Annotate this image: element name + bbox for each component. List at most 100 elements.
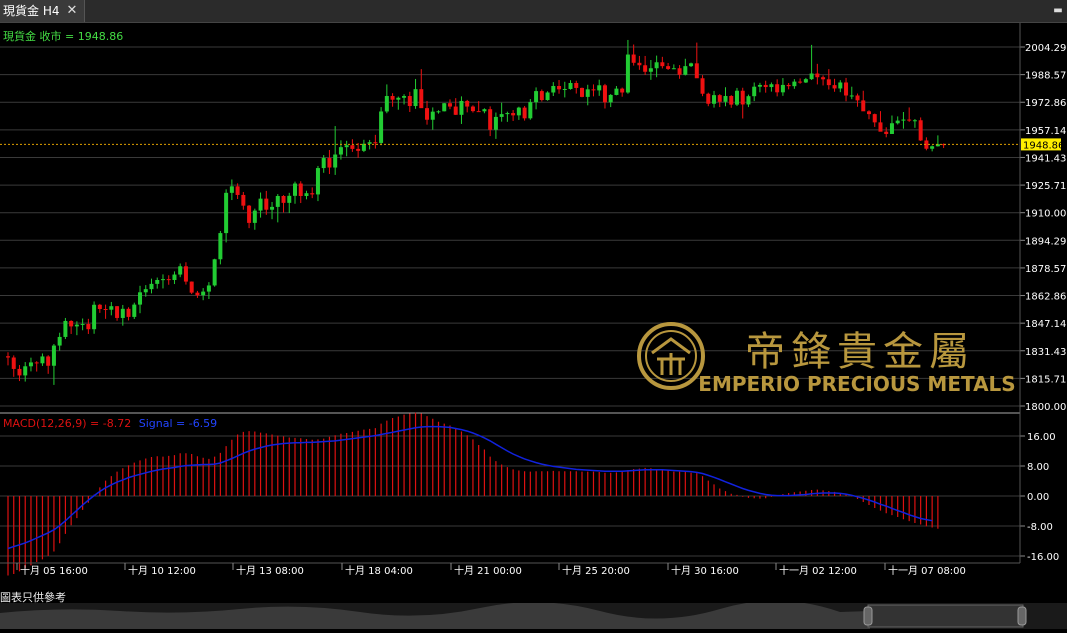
candle-body xyxy=(6,356,10,358)
candle-body xyxy=(706,93,711,104)
candle-body xyxy=(17,368,22,376)
candle-body xyxy=(815,73,820,78)
candle-body xyxy=(453,106,458,115)
scrollbar-right-handle[interactable] xyxy=(1017,606,1027,626)
candle-body xyxy=(821,77,826,80)
candle-body xyxy=(459,100,464,115)
candle-body xyxy=(660,62,665,67)
candle-body xyxy=(671,68,676,70)
candle-body xyxy=(201,291,206,296)
candle-body xyxy=(620,88,625,93)
candle-body xyxy=(74,324,79,327)
tab-title: 現貨金 H4 xyxy=(3,4,60,18)
candle-body xyxy=(677,68,682,75)
candle-body xyxy=(11,357,16,369)
candle-body xyxy=(729,96,734,105)
time-axis: 十月 05 16:00 十月 10 12:00 十月 13 08:00 十月 18 0… xyxy=(16,563,966,577)
candle-body xyxy=(298,183,303,197)
scrollbar-left-handle[interactable] xyxy=(863,606,873,626)
time-tick-label: 十月 10 12:00 xyxy=(128,564,196,577)
price-tick-label: 1894.29 xyxy=(1025,236,1066,247)
candle-body xyxy=(666,66,671,69)
candle-body xyxy=(763,84,768,88)
window-titlebar: 現貨金 H4 ✕ ▬ xyxy=(0,0,1067,23)
candle-body xyxy=(631,54,636,63)
candle-body xyxy=(700,78,705,94)
candle-body xyxy=(683,66,688,75)
candle-body xyxy=(235,186,240,195)
candle-body xyxy=(57,336,62,346)
candle-body xyxy=(315,168,320,195)
candlestick-chart[interactable]: 2004.29 1988.57 1972.86 1957.14 1941.43 1925.… xyxy=(0,23,1067,589)
price-tick-label: 2004.29 xyxy=(1025,43,1066,54)
brand-watermark: 帝鋒貴金屬 EMPERIO PRECIOUS METALS xyxy=(637,322,1016,396)
candle-body xyxy=(889,123,894,134)
chart-scrollbar[interactable] xyxy=(0,600,1067,629)
candle-body xyxy=(189,281,194,293)
candle-body xyxy=(281,196,286,203)
price-tick-label: 1972.86 xyxy=(1025,98,1066,109)
candle-body xyxy=(407,96,412,107)
scrollbar-range[interactable] xyxy=(867,604,1024,628)
signal-line xyxy=(7,425,933,550)
price-tick-label: 1988.57 xyxy=(1025,71,1066,82)
signal-label: Signal = -6.59 xyxy=(139,417,217,430)
scrollbar-track[interactable] xyxy=(0,600,1067,629)
candle-body xyxy=(350,145,355,149)
candle-body xyxy=(562,88,567,90)
candle-body xyxy=(855,95,860,101)
candle-body xyxy=(528,102,533,119)
candle-body xyxy=(505,113,510,115)
candle-body xyxy=(224,192,229,234)
candle-body xyxy=(132,304,137,317)
price-tick-label: 1957.14 xyxy=(1025,126,1066,137)
candle-body xyxy=(597,85,602,91)
price-tick-label: 1815.71 xyxy=(1025,374,1066,385)
candle-body xyxy=(580,87,584,97)
candle-body xyxy=(252,210,257,223)
candle-body xyxy=(861,100,866,112)
candle-body xyxy=(907,119,912,121)
candle-body xyxy=(172,274,177,281)
candle-body xyxy=(264,198,269,210)
candle-body xyxy=(425,108,430,120)
candle-body xyxy=(28,362,33,367)
candle-body xyxy=(878,122,883,132)
candle-body xyxy=(482,109,487,112)
candle-body xyxy=(97,304,102,309)
candle-body xyxy=(160,279,165,281)
candle-body xyxy=(338,147,343,155)
candle-body xyxy=(476,111,481,113)
candle-body xyxy=(430,111,435,120)
time-tick-label: 十月 13 08:00 xyxy=(236,564,304,577)
candle-body xyxy=(447,103,452,107)
time-tick-label: 十月 25 20:00 xyxy=(562,564,630,577)
candle-body xyxy=(206,285,211,292)
candle-body xyxy=(34,362,39,364)
chart-tab[interactable]: 現貨金 H4 ✕ xyxy=(0,0,85,22)
candle-body xyxy=(379,111,384,143)
candle-body xyxy=(183,266,188,282)
candle-body xyxy=(69,320,74,327)
macd-tick-label: -8.00 xyxy=(1027,522,1053,533)
macd-tick-label: 8.00 xyxy=(1027,462,1049,473)
price-axis: 2004.29 1988.57 1972.86 1957.14 1941.43 1925.… xyxy=(1020,43,1066,413)
price-tick-label: 1800.00 xyxy=(1025,402,1066,413)
candle-body xyxy=(442,103,447,112)
candle-body xyxy=(436,111,441,113)
candle-body xyxy=(648,68,653,72)
candle-body xyxy=(534,91,539,103)
candle-body xyxy=(930,146,935,149)
candle-body xyxy=(734,90,739,105)
candle-body xyxy=(247,205,252,223)
candle-body xyxy=(419,89,424,109)
svg-text:MACD(12,26,9) = -8.72 Sign: MACD(12,26,9) = -8.72 Signal = -6.59 xyxy=(3,417,217,430)
candle-body xyxy=(608,94,613,103)
menu-icon[interactable]: ▬ xyxy=(1051,0,1065,22)
close-icon[interactable]: ✕ xyxy=(64,0,80,22)
brand-name-cn: 帝鋒貴金屬 xyxy=(745,329,975,375)
candle-body xyxy=(740,90,745,105)
candle-body xyxy=(803,79,808,83)
candle-body xyxy=(304,193,309,197)
candle-body xyxy=(212,259,217,286)
